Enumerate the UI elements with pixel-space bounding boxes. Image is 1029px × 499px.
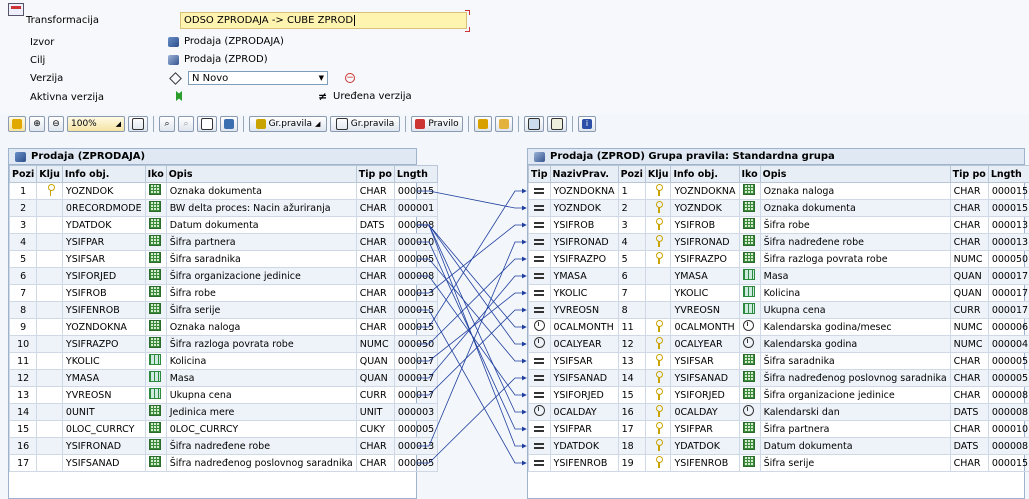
mapping-line[interactable] <box>417 242 526 446</box>
mapping-line[interactable] <box>417 225 526 344</box>
mapping-line[interactable] <box>417 310 526 463</box>
mapping-line[interactable] <box>417 225 526 327</box>
mapping-line[interactable] <box>417 276 526 378</box>
field-mapping-lines <box>0 0 1029 497</box>
mapping-line[interactable] <box>417 310 526 395</box>
mapping-line[interactable] <box>417 276 526 395</box>
mapping-line[interactable] <box>417 225 526 446</box>
mapping-line[interactable] <box>417 259 526 344</box>
